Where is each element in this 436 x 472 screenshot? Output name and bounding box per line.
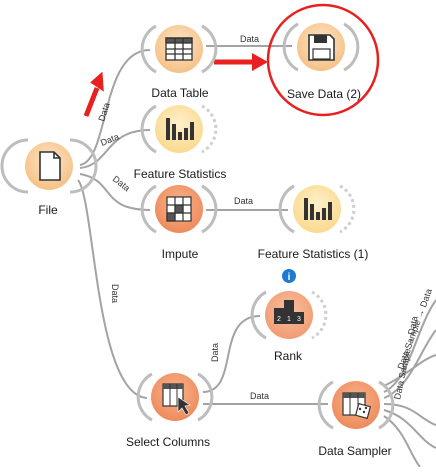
widget-label-rank: Rank [273, 349, 303, 363]
widget-label-data-table: Data Table [151, 86, 209, 100]
widget-feature-statistics[interactable] [140, 104, 218, 154]
edge-label-sampler-out-2: Data Sample → Data [392, 315, 419, 400]
edge-label-data-table-save-data: Data [240, 34, 259, 44]
info-badge-icon[interactable]: i [282, 269, 296, 283]
svg-text:3: 3 [297, 316, 301, 323]
widget-rank[interactable]: 2 1 3 i [250, 269, 328, 340]
edge-label-file-select-columns: Data [110, 284, 120, 303]
widget-select-columns[interactable] [136, 372, 214, 422]
svg-text:1: 1 [287, 316, 291, 323]
widget-save-data[interactable] [282, 22, 360, 72]
widget-file[interactable] [0, 138, 98, 194]
edge-label-select-columns-rank: Data [210, 343, 220, 362]
red-arrow-up-icon [83, 87, 100, 117]
widget-label-select-columns: Select Columns [125, 435, 211, 449]
widget-data-sampler[interactable] [317, 380, 395, 430]
widget-impute[interactable] [140, 184, 218, 234]
workflow-canvas[interactable]: Data Data Data Data Data Data Data Data … [0, 0, 436, 468]
widget-label-save-data: Save Data (2) [286, 87, 362, 101]
widget-data-table[interactable] [140, 24, 218, 74]
widget-label-feature-statistics-1: Feature Statistics (1) [257, 247, 369, 261]
widget-label-data-sampler: Data Sampler [318, 444, 392, 458]
edge-label-file-impute: Data [111, 174, 132, 194]
edge-label-select-columns-data-sampler: Data [250, 391, 269, 401]
svg-text:i: i [288, 272, 291, 283]
impute-grid-icon [166, 196, 192, 222]
table-icon [165, 37, 193, 61]
edge-label-file-data-table: Data [96, 101, 111, 122]
link-sampler-out-e[interactable] [383, 415, 421, 468]
edge-label-impute-feature-statistics-1: Data [234, 196, 253, 206]
widget-feature-statistics-1[interactable] [278, 184, 356, 234]
widget-label-impute: Impute [161, 247, 199, 261]
file-icon [39, 151, 61, 181]
edge-label-file-feature-statistics: Data [99, 131, 120, 147]
svg-text:2: 2 [277, 316, 281, 323]
widget-label-feature-statistics: Feature Statistics [133, 167, 227, 181]
red-arrow-right-head-icon [252, 53, 268, 71]
widget-label-file: File [38, 203, 58, 217]
floppy-disk-icon [308, 34, 335, 61]
